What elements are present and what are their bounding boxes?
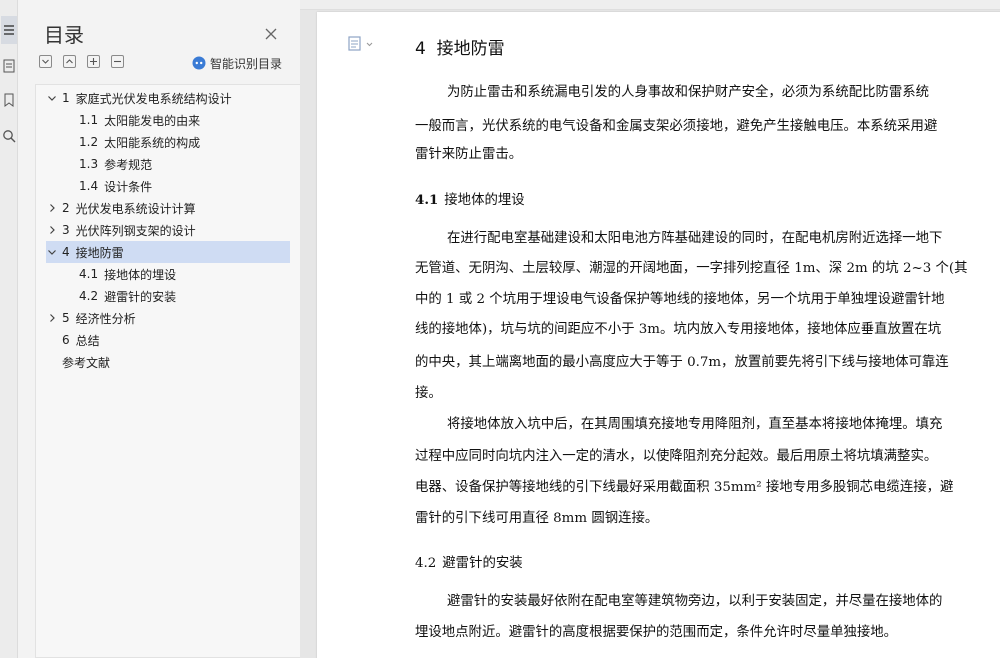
collapse-all-icon[interactable]	[63, 55, 76, 68]
chevron-right-icon[interactable]	[46, 202, 58, 214]
toc-item-num: 4.2	[79, 289, 99, 303]
section-heading-4: 4 接地防雷	[415, 34, 505, 59]
paragraph-line: 为防止雷击和系统漏电引发的人身事故和保护财产安全，必须为系统配比防雷系统	[447, 85, 930, 100]
toc-item-num: 6	[62, 333, 70, 347]
heading-number: 4.1	[415, 192, 439, 208]
chevron-right-icon[interactable]	[46, 224, 58, 236]
paragraph-line: 接。	[415, 386, 442, 401]
paragraph-line: 电器、设备保护等接地线的引下线最好采用截面积 35mm² 接地专用多股铜芯电缆连…	[415, 480, 954, 495]
heading-number: 4	[415, 39, 426, 59]
toc-item-label: 避雷针的安装	[104, 289, 177, 304]
toc-item-num: 2	[62, 201, 70, 215]
find-icon[interactable]	[1, 128, 17, 144]
document-outline-icon[interactable]	[1, 58, 17, 74]
add-heading-icon[interactable]	[87, 55, 100, 68]
toc-item-label: 光伏发电系统设计计算	[75, 201, 196, 216]
toc-toolbar: 智能识别目录	[18, 52, 300, 74]
paragraph-line: 过程中应同时向坑内注入一定的清水，以使降阻剂充分起效。最后用原土将坑填满整实。	[415, 449, 938, 464]
toc-item-label: 设计条件	[104, 179, 153, 194]
toc-item-label: 接地体的埋设	[104, 267, 177, 282]
toc-item-3[interactable]: 3 光伏阵列钢支架的设计	[46, 219, 314, 241]
toc-list: 1 家庭式光伏发电系统结构设计 1.1 太阳能发电的由来 1.2 太阳能系统的构…	[35, 84, 305, 658]
heading-title: 避雷针的安装	[442, 556, 523, 571]
toc-item-1[interactable]: 1 家庭式光伏发电系统结构设计	[46, 87, 314, 109]
paragraph-line: 将接地体放入坑中后，在其周围填充接地专用降阻剂，直至基本将接地体掩埋。填充	[447, 417, 943, 432]
toc-item-num: 3	[62, 223, 70, 237]
toc-item-num: 1.3	[79, 157, 99, 171]
toc-item-label: 参考规范	[104, 157, 153, 172]
toc-item-2[interactable]: 2 光伏发电系统设计计算	[46, 197, 314, 219]
toc-item-num: 1	[62, 91, 70, 105]
remove-heading-icon[interactable]	[111, 55, 124, 68]
paragraph-line: 一般而言，光伏系统的电气设备和金属支架必须接地，避免产生接触电压。本系统采用避	[415, 119, 938, 134]
toc-title: 目录	[44, 23, 84, 47]
toc-item-5[interactable]: 5 经济性分析	[46, 307, 314, 329]
toc-item-6[interactable]: 6 总结	[62, 329, 330, 351]
smart-toc-label: 智能识别目录	[210, 56, 283, 71]
smart-toc-button[interactable]: 智能识别目录	[192, 54, 282, 72]
toc-item-4[interactable]: 4 接地防雷	[46, 241, 290, 263]
toc-item-label: 家庭式光伏发电系统结构设计	[75, 91, 232, 106]
paragraph-menu-icon[interactable]	[348, 36, 376, 52]
toc-item-num: 1.2	[79, 135, 99, 149]
heading-title: 接地体的埋设	[444, 193, 525, 208]
section-heading-4-2: 4.2 避雷针的安装	[415, 551, 523, 571]
paragraph-line: 避雷针的安装最好依附在配电室等建筑物旁边，以利于安装固定，并尽量在接地体的	[447, 594, 943, 609]
toc-item-label: 光伏阵列钢支架的设计	[75, 223, 196, 238]
paragraph-line: 雷针的引下线可用直径 8mm 圆钢连接。	[415, 511, 659, 526]
toc-toggle-icon[interactable]	[1, 16, 17, 44]
toc-item-num: 1.1	[79, 113, 99, 127]
toc-item-num: 4.1	[79, 267, 99, 281]
toc-item-num: 4	[62, 245, 70, 259]
paragraph-line: 的中央，其上端离地面的最小高度应大于等于 0.7m，放置前要先将引下线与接地体可…	[415, 355, 949, 370]
expand-all-icon[interactable]	[39, 55, 52, 68]
toc-item-num: 5	[62, 311, 70, 325]
toc-item-label: 太阳能发电的由来	[104, 113, 201, 128]
paragraph-line: 雷针来防止雷击。	[415, 147, 523, 162]
top-ruler	[300, 0, 1000, 10]
toc-item-label: 太阳能系统的构成	[104, 135, 201, 150]
toc-item-label: 参考文献	[62, 355, 111, 370]
chevron-down-icon[interactable]	[46, 92, 58, 104]
left-icon-rail	[0, 0, 18, 658]
smart-toc-icon	[192, 56, 206, 70]
chevron-down-icon[interactable]	[46, 246, 58, 258]
bookmark-icon[interactable]	[1, 92, 17, 108]
toc-item-references[interactable]: 参考文献	[62, 351, 330, 373]
toc-header: 目录	[18, 0, 300, 50]
section-heading-4-1: 4.1 接地体的埋设	[415, 188, 525, 208]
chevron-right-icon[interactable]	[46, 312, 58, 324]
paragraph-line: 埋设地点附近。避雷针的高度根据要保护的范围而定，条件允许时尽量单独接地。	[415, 625, 898, 640]
toc-item-label: 接地防雷	[75, 245, 124, 260]
paragraph-line: 线的接地体)，坑与坑的间距应不小于 3m。坑内放入专用接地体，接地体应垂直放置在…	[415, 322, 942, 337]
toc-item-num: 1.4	[79, 179, 99, 193]
toc-item-label: 总结	[75, 333, 100, 348]
close-icon[interactable]	[264, 26, 278, 40]
toc-panel: 目录 智能识别目录 1 家庭式光伏发电系统结构设计 1.1 太阳能发电的由来 1…	[18, 0, 305, 658]
toc-item-label: 经济性分析	[75, 311, 136, 326]
paragraph-line: 中的 1 或 2 个坑用于埋设电气设备保护等地线的接地体，另一个坑用于单独埋设避…	[415, 292, 945, 307]
paragraph-line: 无管道、无阴沟、土层较厚、潮湿的开阔地面，一字排列挖直径 1m、深 2m 的坑 …	[415, 261, 968, 276]
heading-number: 4.2	[415, 556, 437, 571]
heading-title: 接地防雷	[436, 39, 505, 59]
paragraph-line: 在进行配电室基础建设和太阳电池方阵基础建设的同时，在配电机房附近选择一地下	[447, 231, 943, 246]
